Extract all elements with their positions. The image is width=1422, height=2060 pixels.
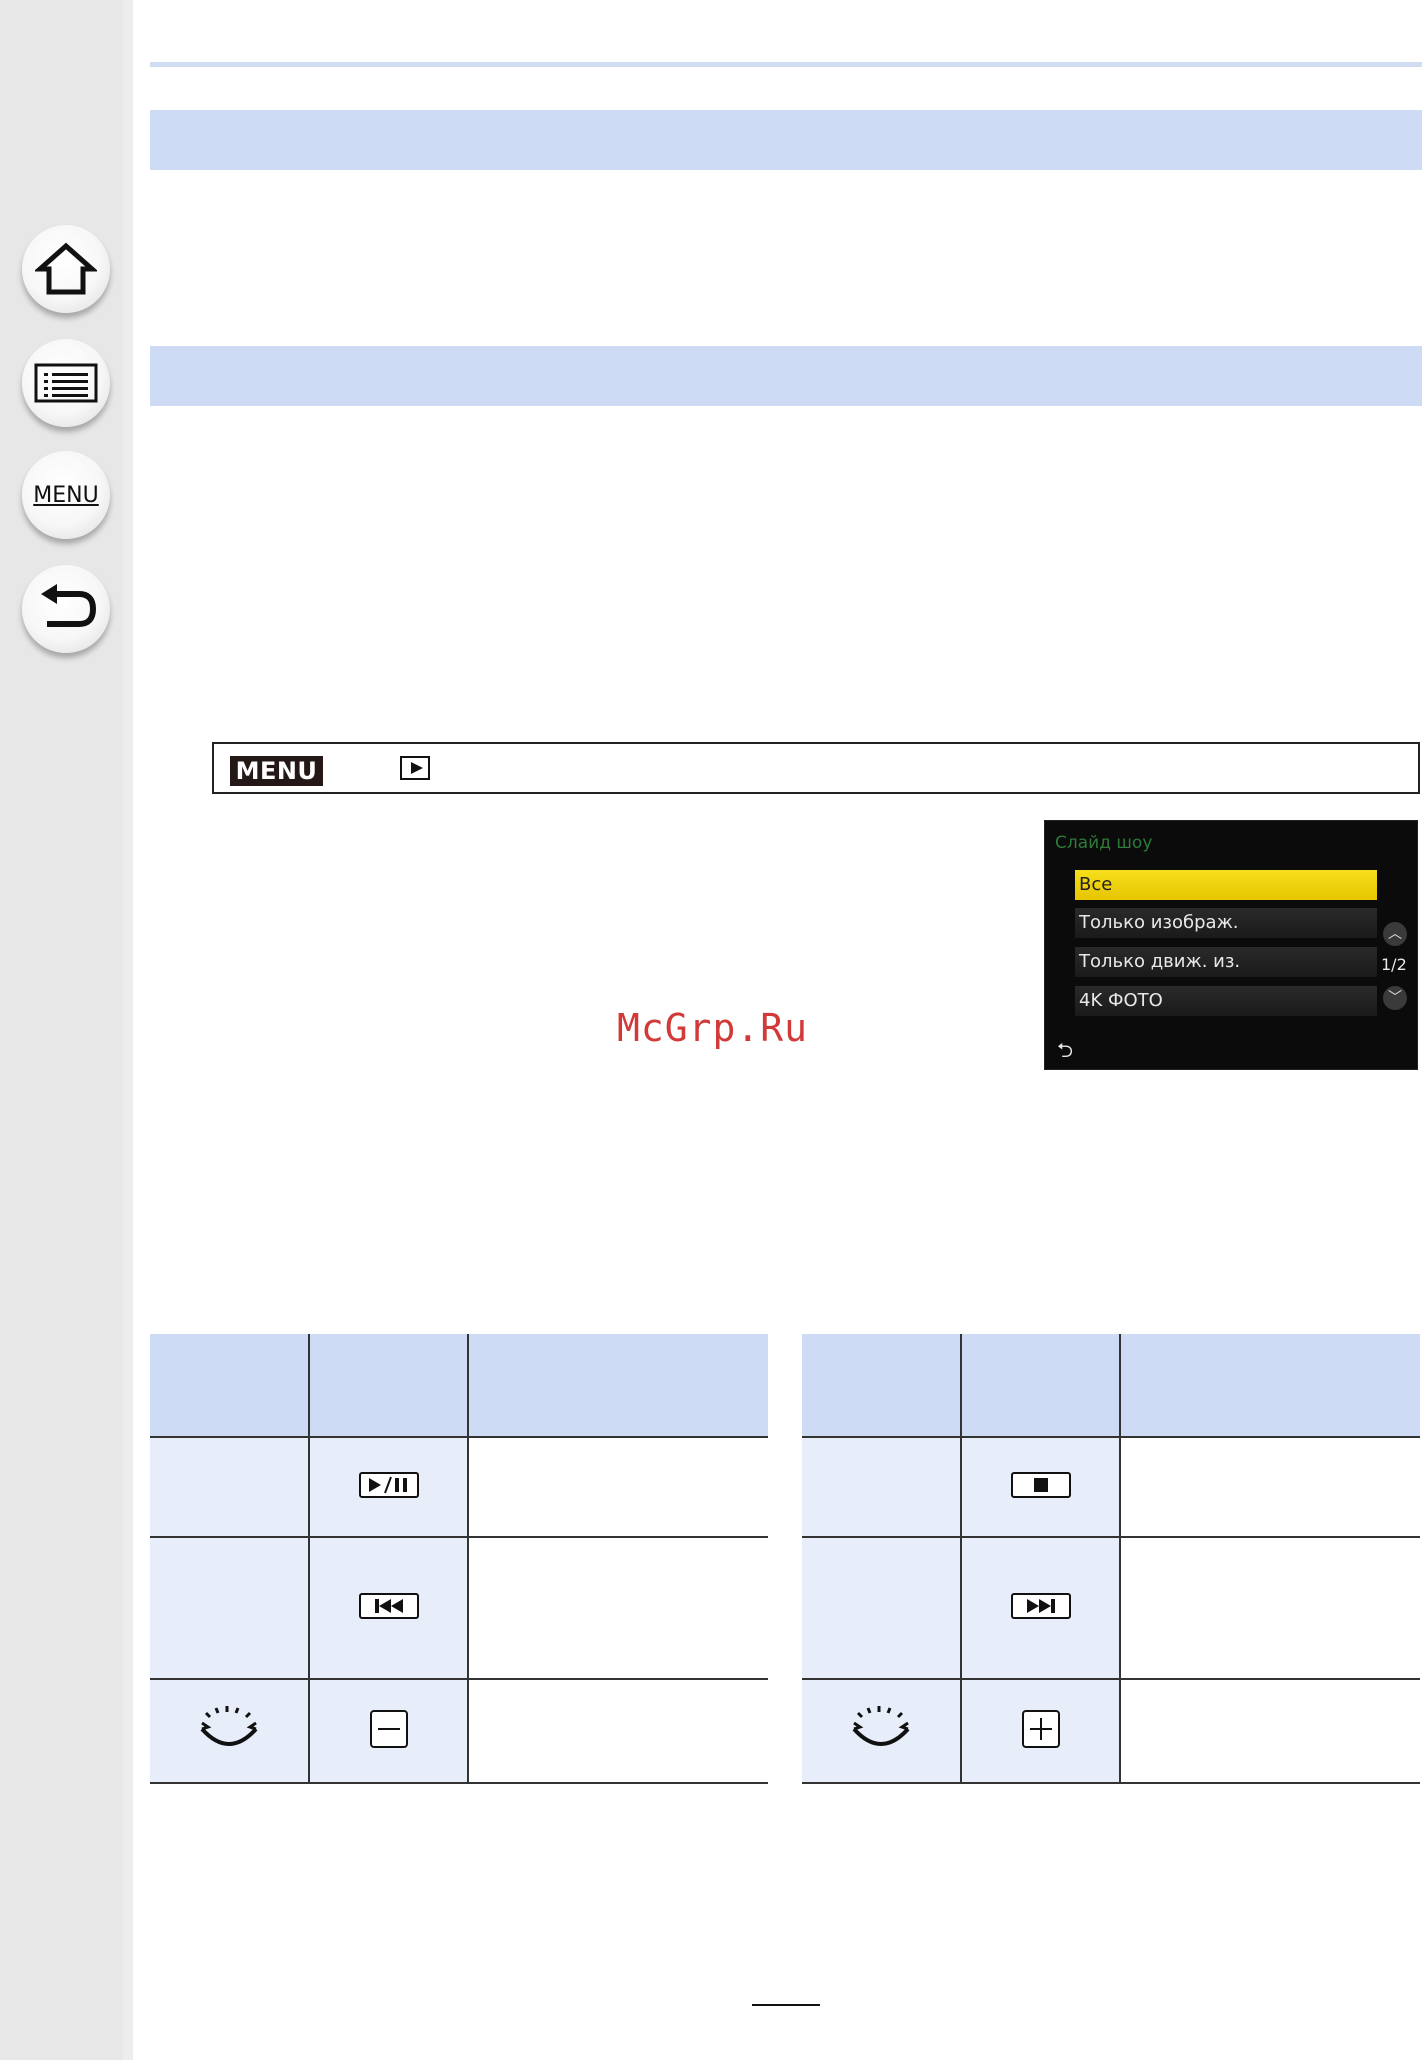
table-row (150, 1536, 768, 1679)
header-cell (150, 1334, 310, 1437)
table-cell (150, 1536, 310, 1679)
camera-menu-item-pictures[interactable]: Только изображ. (1075, 908, 1377, 938)
menu-icon: MENU (33, 482, 99, 508)
header-cell (309, 1334, 469, 1437)
table-row (150, 1678, 768, 1784)
table-cell (802, 1536, 962, 1679)
stop-icon[interactable] (1010, 1472, 1071, 1498)
header-cell (1120, 1334, 1420, 1437)
camera-menu-item-4k-photo[interactable]: 4K ФОТО (1075, 986, 1377, 1016)
page-number-rule (752, 2004, 820, 2006)
table-cell (150, 1678, 310, 1784)
table-cell (150, 1436, 310, 1537)
table-cell (1120, 1436, 1420, 1537)
header-cell (961, 1334, 1121, 1437)
table-cell (468, 1436, 768, 1537)
watermark: McGrp.Ru (617, 1006, 809, 1050)
camera-menu-item-videos[interactable]: Только движ. из. (1075, 947, 1377, 977)
table-cell (309, 1436, 469, 1537)
controls-table-right (802, 1334, 1420, 1784)
list-icon (34, 363, 98, 403)
camera-page-indicator: 1/2 (1381, 955, 1407, 974)
chevron-up-icon[interactable]: ︿ (1383, 922, 1407, 946)
back-button[interactable] (22, 565, 110, 653)
table-cell (1120, 1536, 1420, 1679)
camera-screen-title: Слайд шоу (1055, 833, 1153, 853)
next-icon[interactable] (1010, 1593, 1071, 1619)
header-cell (802, 1334, 962, 1437)
table-cell (961, 1436, 1121, 1537)
camera-back-icon[interactable]: ⮌ (1057, 1036, 1073, 1070)
section-heading-band-2 (150, 346, 1422, 406)
table-row (802, 1678, 1420, 1784)
header-rule (150, 62, 1422, 67)
table-row (150, 1436, 768, 1537)
plus-icon[interactable] (1021, 1710, 1060, 1748)
table-row (802, 1536, 1420, 1679)
section-heading-band-1 (150, 110, 1422, 170)
header-cell (468, 1334, 768, 1437)
sidebar-edge (123, 0, 133, 2060)
back-icon (41, 584, 97, 627)
sidebar: MENU (0, 0, 133, 2060)
table-cell (309, 1678, 469, 1784)
camera-screen: Слайд шоу Все Только изображ. Только дви… (1044, 820, 1418, 1070)
controls-table-left (150, 1334, 768, 1784)
table-cell (802, 1678, 962, 1784)
menu-path-box: MENU (212, 742, 1420, 794)
play-pause-icon[interactable] (358, 1472, 419, 1498)
camera-menu-item-all[interactable]: Все (1075, 870, 1377, 900)
table-cell (468, 1678, 768, 1784)
control-dial-right-icon (852, 1706, 910, 1746)
table-header-row (802, 1334, 1420, 1437)
menu-badge: MENU (230, 756, 323, 786)
control-dial-left-icon (200, 1706, 258, 1746)
table-header-row (150, 1334, 768, 1437)
table-cell (802, 1436, 962, 1537)
home-icon (35, 242, 97, 295)
chevron-down-icon[interactable]: ﹀ (1383, 986, 1407, 1010)
table-cell (1120, 1678, 1420, 1784)
playback-icon (400, 756, 430, 780)
minus-icon[interactable] (369, 1710, 408, 1748)
contents-button[interactable] (22, 339, 110, 427)
previous-icon[interactable] (358, 1593, 419, 1619)
table-cell (309, 1536, 469, 1679)
table-cell (961, 1678, 1121, 1784)
home-button[interactable] (22, 225, 110, 313)
menu-button[interactable]: MENU (22, 451, 110, 539)
table-cell (468, 1536, 768, 1679)
table-row (802, 1436, 1420, 1537)
table-cell (961, 1536, 1121, 1679)
manual-page: MENU MENU Слайд шоу Все Только изображ. … (0, 0, 1422, 2060)
